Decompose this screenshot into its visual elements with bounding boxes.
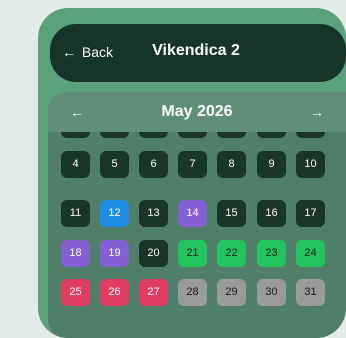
app-frame: ← Back Vikendica 2 ← May 2026 → 4 5 6 7 8 9 10…: [38, 8, 346, 338]
calendar-day[interactable]: 24: [296, 240, 325, 267]
calendar-day[interactable]: 23: [257, 240, 286, 267]
calendar-day[interactable]: 18: [61, 240, 90, 267]
calendar-day[interactable]: 15: [217, 200, 246, 227]
calendar-day[interactable]: 7: [178, 151, 207, 178]
calendar-week-row: 25 26 27 28 29 30 31: [61, 279, 333, 306]
top-bar: ← Back Vikendica 2: [50, 24, 346, 82]
calendar-day[interactable]: 5: [100, 151, 129, 178]
calendar-day[interactable]: 29: [217, 279, 246, 306]
calendar-day[interactable]: 26: [100, 279, 129, 306]
calendar-week-row: 4 5 6 7 8 9 10: [61, 151, 333, 178]
calendar-day[interactable]: 22: [217, 240, 246, 267]
calendar-header: ← May 2026 →: [48, 92, 346, 132]
calendar-day[interactable]: 8: [217, 151, 246, 178]
next-month-button[interactable]: →: [310, 105, 324, 119]
calendar-day[interactable]: 11: [61, 200, 90, 227]
calendar-day[interactable]: 9: [257, 151, 286, 178]
calendar-week-row: 11 12 13 14 15 16 17: [61, 200, 333, 227]
calendar-day[interactable]: 4: [61, 151, 90, 178]
calendar-day[interactable]: 19: [100, 240, 129, 267]
calendar-day[interactable]: 14: [178, 200, 207, 227]
page-title: Vikendica 2: [152, 42, 240, 59]
calendar-day[interactable]: 20: [139, 240, 168, 267]
calendar-day[interactable]: 31: [296, 279, 325, 306]
calendar-day[interactable]: 12: [100, 200, 129, 227]
calendar: ← May 2026 → 4 5 6 7 8 9 10 11 12 13 14 15 16 17 18 19 2…: [48, 92, 346, 338]
calendar-day[interactable]: 30: [257, 279, 286, 306]
calendar-day[interactable]: 27: [139, 279, 168, 306]
calendar-day[interactable]: 17: [296, 200, 325, 227]
calendar-day[interactable]: 21: [178, 240, 207, 267]
calendar-day[interactable]: 13: [139, 200, 168, 227]
calendar-week-row: 18 19 20 21 22 23 24: [61, 240, 333, 267]
month-label: May 2026: [161, 103, 233, 120]
calendar-day[interactable]: 10: [296, 151, 325, 178]
calendar-day[interactable]: 16: [257, 200, 286, 227]
calendar-day[interactable]: 25: [61, 279, 90, 306]
calendar-day[interactable]: 6: [139, 151, 168, 178]
calendar-day[interactable]: 28: [178, 279, 207, 306]
